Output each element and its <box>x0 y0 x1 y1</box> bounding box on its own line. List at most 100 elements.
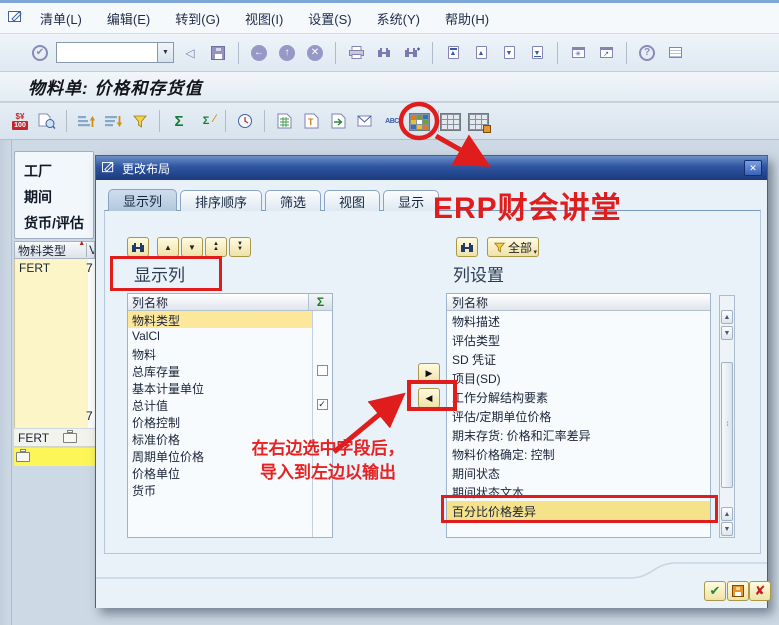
sum-icon[interactable]: Σ <box>167 109 191 133</box>
previous-page-icon[interactable]: ▲ <box>469 41 493 65</box>
customize-layout-icon[interactable] <box>663 41 687 65</box>
transfer-right-button[interactable]: ▶ <box>418 363 440 383</box>
menu-item[interactable]: 设置(S) <box>308 9 351 28</box>
save-layout-icon[interactable] <box>466 110 490 134</box>
subtotal-row[interactable]: FERT <box>14 429 95 447</box>
dialog-tab[interactable]: 显示列 <box>108 189 177 211</box>
displayed-column-row[interactable]: 物料类型 <box>128 311 332 328</box>
dialog-tab[interactable]: 视图 <box>324 190 380 211</box>
displayed-column-row[interactable]: 价格控制 <box>128 413 332 430</box>
material-type-column[interactable]: FERT <box>14 259 88 428</box>
column-header-valcl[interactable]: V <box>86 243 94 257</box>
save-button[interactable] <box>727 581 749 601</box>
last-page-icon[interactable]: ▼ <box>525 41 549 65</box>
column-set-row[interactable]: 百分比价格差异 <box>447 501 710 520</box>
menu-item[interactable]: 转到(G) <box>175 9 220 28</box>
dialog-title-bar[interactable]: 更改布局 ✕ <box>96 156 767 180</box>
transfer-left-button[interactable]: ◀ <box>418 388 440 408</box>
dialog-tab[interactable]: 排序顺序 <box>180 190 262 211</box>
column-set-row[interactable]: SD 凭证 <box>447 349 710 368</box>
standard-toolbar: ✔ ▼ ◁ ← ↑ ✕ ▲ ▲ ▼ ▼ ✳ ↗ ? <box>0 34 779 72</box>
column-set-row[interactable]: 评估类型 <box>447 330 710 349</box>
dialog-tab[interactable]: 筛选 <box>265 190 321 211</box>
column-set-row[interactable]: 物料描述 <box>447 311 710 330</box>
sum-checkbox[interactable] <box>317 365 328 376</box>
column-set-row[interactable]: 项目(SD) <box>447 368 710 387</box>
confirm-button[interactable]: ✔ <box>704 581 726 601</box>
new-session-icon[interactable]: ✳ <box>566 41 590 65</box>
cancel-button[interactable]: ✘ <box>749 581 771 601</box>
performance-icon[interactable] <box>233 109 257 133</box>
sort-ascending-icon[interactable] <box>74 109 98 133</box>
column-set-row[interactable]: 期末存货: 价格和汇率差异 <box>447 425 710 444</box>
field-label: 工厂 <box>24 158 94 184</box>
search-icon[interactable] <box>456 237 478 257</box>
sort-descending-icon[interactable] <box>101 109 125 133</box>
scroll-down-icon[interactable]: ▼ <box>721 326 733 340</box>
help-icon[interactable]: ? <box>635 41 659 65</box>
dialog-tabs: 显示列 排序顺序 筛选 视图 显示 <box>108 189 442 211</box>
system-menu-icon[interactable] <box>8 11 24 25</box>
enter-icon[interactable]: ✔ <box>28 41 52 65</box>
scrollbar[interactable]: ▲ ▼ ⁞⁞ ▲ ▼ <box>719 295 735 538</box>
move-down-button[interactable]: ▼ <box>181 237 203 257</box>
menu-item[interactable]: 帮助(H) <box>445 9 489 28</box>
search-icon[interactable] <box>127 237 149 257</box>
sum-checkbox[interactable]: ✓ <box>317 399 328 410</box>
displayed-column-row[interactable]: 基本计量单位 <box>128 379 332 396</box>
column-set-row[interactable]: 期间状态 <box>447 463 710 482</box>
column-header-material-type[interactable]: 物料类型 ▲ <box>15 242 86 259</box>
toolbar-divider <box>159 110 160 132</box>
displayed-column-row[interactable]: 总计值 ✓ <box>128 396 332 413</box>
toolbar-divider <box>225 110 226 132</box>
scroll-up-icon[interactable]: ▲ <box>721 507 733 521</box>
create-shortcut-icon[interactable]: ↗ <box>594 41 618 65</box>
detail-icon[interactable] <box>35 109 59 133</box>
move-to-bottom-button[interactable]: ▼▼ <box>229 237 251 257</box>
column-divider <box>312 311 313 537</box>
command-input[interactable] <box>57 43 156 62</box>
column-set-row[interactable]: 评估/定期单位价格 <box>447 406 710 425</box>
command-dropdown-icon[interactable]: ▼ <box>157 43 173 62</box>
displayed-column-row[interactable]: 总库存量 <box>128 362 332 379</box>
scroll-down-icon[interactable]: ▼ <box>721 522 733 536</box>
next-page-icon[interactable]: ▼ <box>497 41 521 65</box>
find-icon[interactable] <box>372 41 396 65</box>
column-set-row[interactable]: 物料价格确定: 控制 <box>447 444 710 463</box>
excel-export-icon[interactable] <box>272 109 296 133</box>
menu-item[interactable]: 清单(L) <box>40 9 82 28</box>
first-page-icon[interactable]: ▲ <box>441 41 465 65</box>
annotation-tip: 在右边选中字段后， 导入到左边以输出 <box>228 437 428 485</box>
displayed-column-row[interactable]: 物料 <box>128 345 332 362</box>
scrollbar-thumb[interactable]: ⁞⁞ <box>721 362 733 488</box>
move-to-top-button[interactable]: ▲▲ <box>205 237 227 257</box>
dialog-tab[interactable]: 显示 <box>383 190 439 211</box>
find-next-icon[interactable] <box>400 41 424 65</box>
menu-item[interactable]: 编辑(E) <box>107 9 150 28</box>
cancel-icon[interactable]: ✕ <box>303 41 327 65</box>
back-icon[interactable]: ← <box>247 41 271 65</box>
mail-icon[interactable] <box>353 109 377 133</box>
print-icon[interactable] <box>344 41 368 65</box>
collapse-icon[interactable]: ◁ <box>178 41 202 65</box>
displayed-column-row[interactable]: ValCl <box>128 328 332 345</box>
column-set-row[interactable]: 工作分解结构要素 <box>447 387 710 406</box>
menu-item[interactable]: 系统(Y) <box>377 9 420 28</box>
abc-analysis-icon[interactable]: ABC <box>380 109 404 133</box>
local-file-icon[interactable] <box>326 109 350 133</box>
move-up-button[interactable]: ▲ <box>157 237 179 257</box>
select-layout-icon[interactable] <box>438 110 462 134</box>
filter-all-button[interactable]: 全部 ▾ <box>487 237 539 257</box>
word-export-icon[interactable]: T <box>299 109 323 133</box>
filter-icon[interactable] <box>128 109 152 133</box>
column-set-row[interactable]: 期间状态文本 <box>447 482 710 501</box>
scroll-up-icon[interactable]: ▲ <box>721 310 733 324</box>
exit-icon[interactable]: ↑ <box>275 41 299 65</box>
subtotal-icon[interactable]: Σ∕ <box>194 109 218 133</box>
dialog-close-icon[interactable]: ✕ <box>744 160 762 176</box>
grand-total-row[interactable] <box>14 448 95 466</box>
save-icon[interactable] <box>206 41 230 65</box>
menu-item[interactable]: 视图(I) <box>245 9 283 28</box>
currency-icon[interactable]: $¥100 <box>8 109 32 133</box>
change-layout-icon[interactable] <box>407 110 431 134</box>
